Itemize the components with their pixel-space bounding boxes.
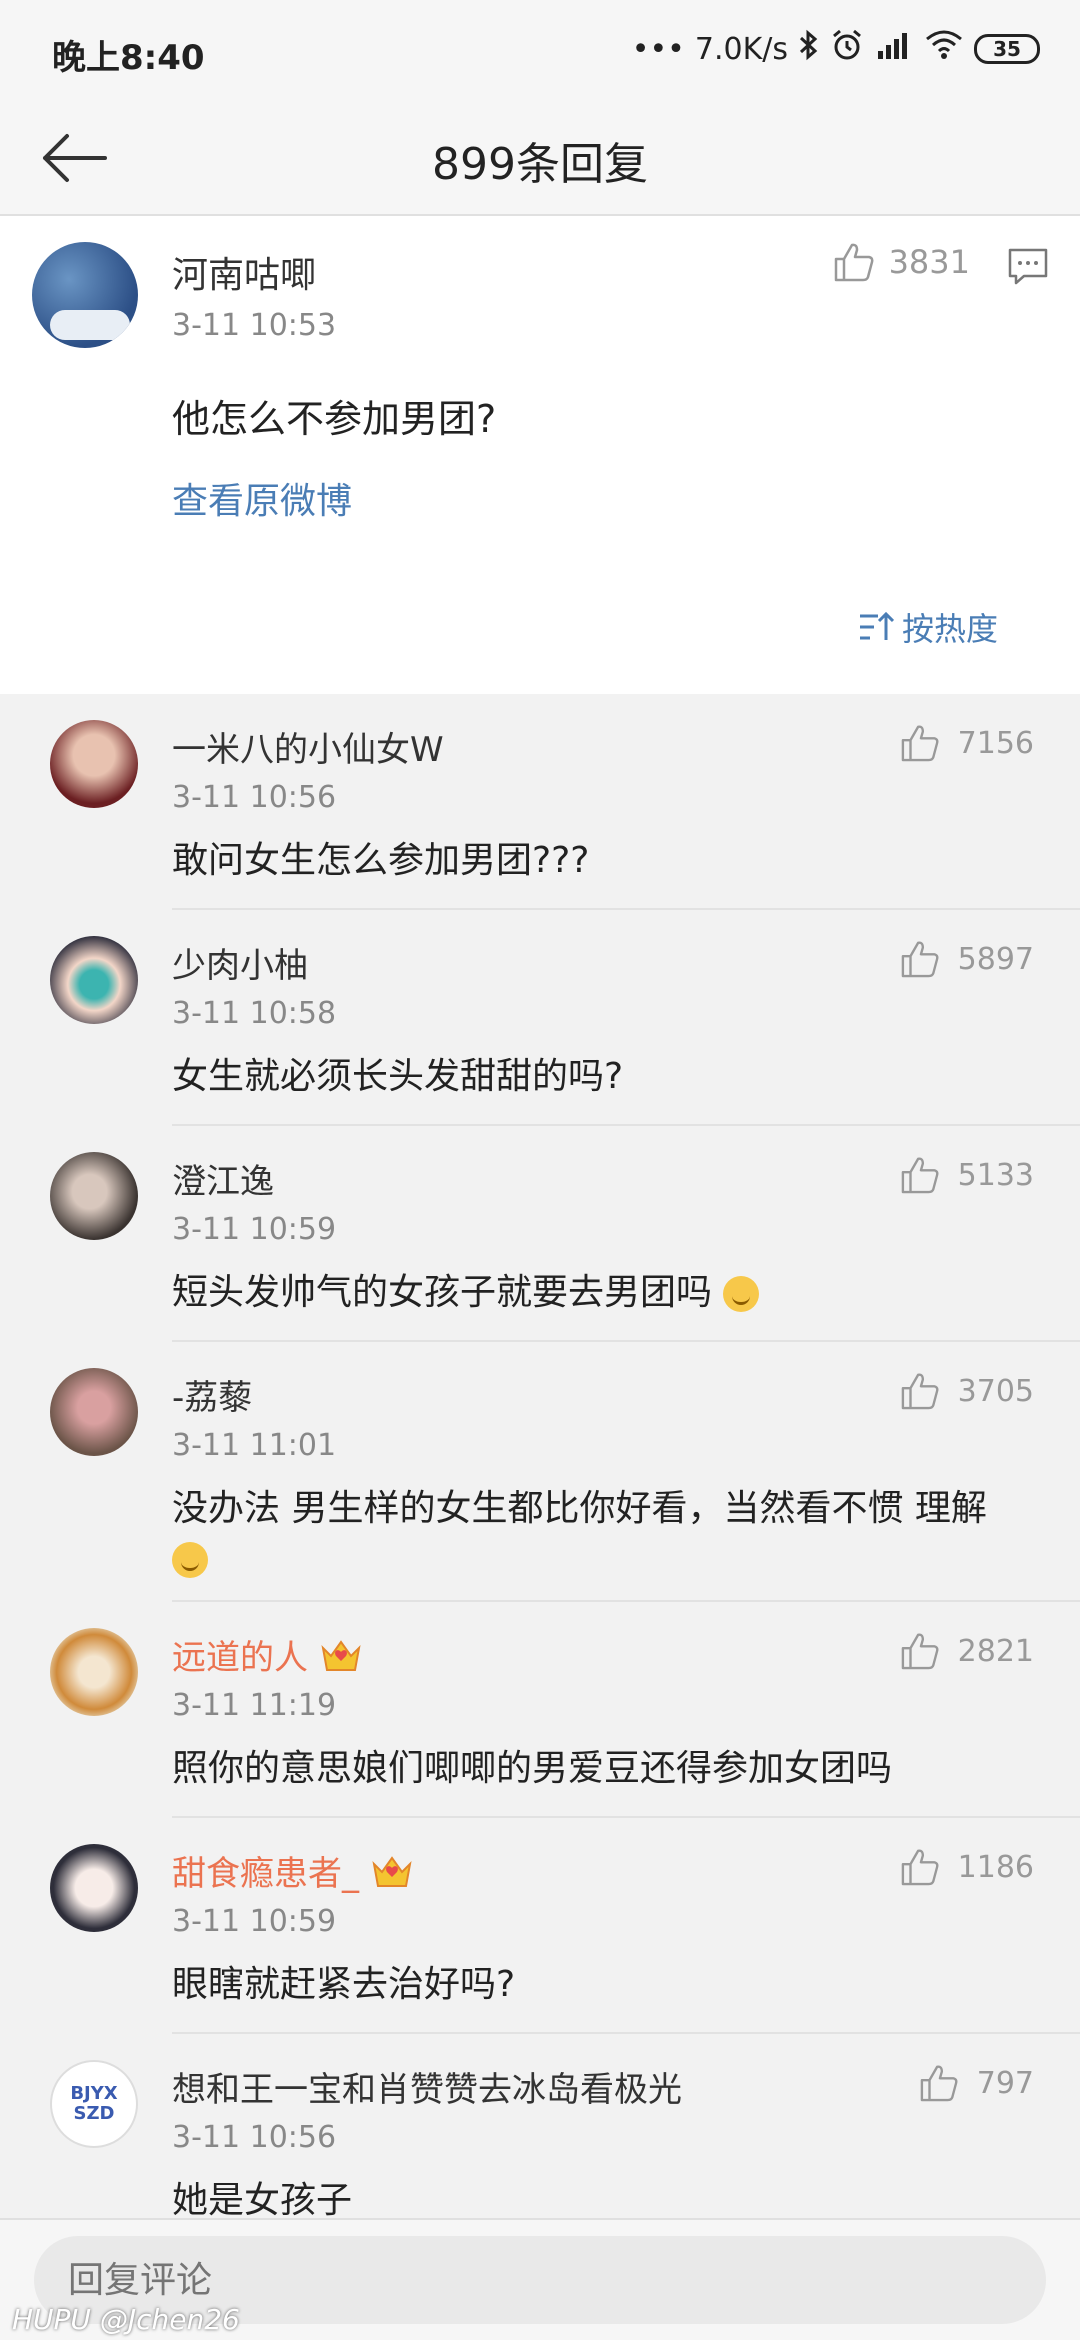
avatar[interactable] <box>50 720 138 808</box>
thumbs-up-icon <box>920 2065 958 2102</box>
signal-icon <box>874 29 914 69</box>
reply-user-name[interactable]: -荔藜 <box>172 1370 252 1419</box>
thumbs-up-icon <box>901 1849 939 1886</box>
like-count: 5133 <box>957 1157 1034 1193</box>
wifi-icon <box>924 29 964 69</box>
reply-user-name[interactable]: 一米八的小仙女W <box>172 722 444 771</box>
reply-time: 3-11 10:59 <box>172 1212 337 1247</box>
sort-button[interactable]: 按热度 <box>858 604 998 650</box>
view-original-link[interactable]: 查看原微博 <box>172 472 352 524</box>
list-item: 甜食瘾患者_ 3-11 10:59 眼瞎就赶紧去治好吗? 1186 <box>0 1818 1080 2034</box>
sort-label: 按热度 <box>901 610 998 648</box>
like-button[interactable]: 797 <box>919 2064 1034 2102</box>
reply-time: 3-11 10:56 <box>172 2120 337 2155</box>
like-button[interactable]: 2821 <box>900 1632 1034 1670</box>
status-bar: 晚上8:40 ••• 7.0K/s 35 <box>0 0 1080 100</box>
main-comment: 河南咕唧 3-11 10:53 他怎么不参加男团? 查看原微博 3831 按热度 <box>0 216 1080 694</box>
avatar[interactable] <box>50 1628 138 1716</box>
watermark: HUPU @Jchen26 <box>12 2303 240 2336</box>
like-count: 1186 <box>957 1849 1034 1885</box>
like-count: 3831 <box>888 243 970 281</box>
like-count: 3705 <box>957 1373 1034 1409</box>
avatar[interactable] <box>50 1152 138 1240</box>
list-item: -荔藜 3-11 11:01 没办法 男生样的女生都比你好看，当然看不惯 理解 … <box>0 1342 1080 1602</box>
like-button[interactable]: 5133 <box>900 1156 1034 1194</box>
page-title: 899条回复 <box>432 139 648 190</box>
list-item: 少肉小柚 3-11 10:58 女生就必须长头发甜甜的吗? 5897 <box>0 910 1080 1126</box>
like-count: 5897 <box>957 941 1034 977</box>
like-count: 7156 <box>957 725 1034 761</box>
reply-text: 眼瞎就赶紧去治好吗? <box>172 1964 516 2005</box>
list-item: 远道的人 3-11 11:19 照你的意思娘们唧唧的男爱豆还得参加女团吗 282… <box>0 1602 1080 1818</box>
comment-time: 3-11 10:53 <box>172 308 337 343</box>
reply-time: 3-11 10:59 <box>172 1904 337 1939</box>
like-button[interactable]: 1186 <box>900 1848 1034 1886</box>
thumbs-up-icon <box>901 1633 939 1670</box>
status-time: 晚上8:40 <box>52 38 205 78</box>
vip-crown-icon <box>318 1635 364 1675</box>
avatar[interactable] <box>50 936 138 1024</box>
reply-time: 3-11 10:58 <box>172 996 337 1031</box>
like-button[interactable]: 7156 <box>900 724 1034 762</box>
like-button[interactable]: 3831 <box>833 242 970 282</box>
thumbs-up-icon <box>901 725 939 762</box>
sort-icon <box>859 611 894 640</box>
alarm-icon <box>830 28 864 70</box>
like-count: 797 <box>976 2065 1034 2101</box>
replies-list: 一米八的小仙女W 3-11 10:56 敢问女生怎么参加男团??? 7156 少… <box>0 694 1080 2250</box>
smile-emoji-icon <box>172 1542 208 1578</box>
avatar[interactable] <box>50 1844 138 1932</box>
vip-crown-icon <box>369 1851 415 1891</box>
reply-text: 短头发帅气的女孩子就要去男团吗 <box>172 1268 1040 1318</box>
battery-icon: 35 <box>974 34 1040 64</box>
reply-text: 敢问女生怎么参加男团??? <box>172 840 590 881</box>
bluetooth-icon <box>798 29 820 69</box>
nav-bar: 899条回复 <box>0 100 1080 216</box>
list-item: 澄江逸 3-11 10:59 短头发帅气的女孩子就要去男团吗 5133 <box>0 1126 1080 1342</box>
reply-time: 3-11 11:01 <box>172 1428 337 1463</box>
reply-time: 3-11 11:19 <box>172 1688 337 1723</box>
reply-user-name[interactable]: 甜食瘾患者_ <box>172 1846 415 1895</box>
thumbs-up-icon <box>834 243 873 282</box>
more-dots-icon: ••• <box>631 31 685 67</box>
comment-text: 他怎么不参加男团? <box>172 397 497 441</box>
reply-user-name[interactable]: 远道的人 <box>172 1630 364 1679</box>
reply-text: 照你的意思娘们唧唧的男爱豆还得参加女团吗 <box>172 1748 893 1789</box>
comment-reply-button[interactable] <box>1006 244 1050 288</box>
sweat-smile-emoji-icon <box>723 1276 760 1312</box>
comment-user-name[interactable]: 河南咕唧 <box>172 246 316 298</box>
reply-user-name[interactable]: 澄江逸 <box>172 1154 274 1203</box>
like-count: 2821 <box>957 1633 1034 1669</box>
list-item: 一米八的小仙女W 3-11 10:56 敢问女生怎么参加男团??? 7156 <box>0 694 1080 910</box>
reply-user-name[interactable]: 想和王一宝和肖赞赞去冰岛看极光 <box>172 2062 682 2111</box>
avatar[interactable] <box>50 1368 138 1456</box>
bottom-reply-bar: HUPU @Jchen26 <box>0 2218 1080 2340</box>
reply-time: 3-11 10:56 <box>172 780 337 815</box>
like-button[interactable]: 5897 <box>900 940 1034 978</box>
thumbs-up-icon <box>901 1157 939 1194</box>
reply-user-name[interactable]: 少肉小柚 <box>172 938 308 987</box>
reply-text: 没办法 男生样的女生都比你好看，当然看不惯 理解 <box>172 1484 1040 1584</box>
avatar[interactable] <box>32 242 138 348</box>
thumbs-up-icon <box>901 1373 939 1410</box>
like-button[interactable]: 3705 <box>900 1372 1034 1410</box>
network-speed: 7.0K/s <box>694 31 788 67</box>
thumbs-up-icon <box>901 941 939 978</box>
reply-text: 女生就必须长头发甜甜的吗? <box>172 1056 624 1097</box>
status-icons: ••• 7.0K/s 35 <box>632 28 1040 70</box>
avatar[interactable]: BJYX SZD <box>50 2060 138 2148</box>
comment-icon <box>1008 248 1048 285</box>
